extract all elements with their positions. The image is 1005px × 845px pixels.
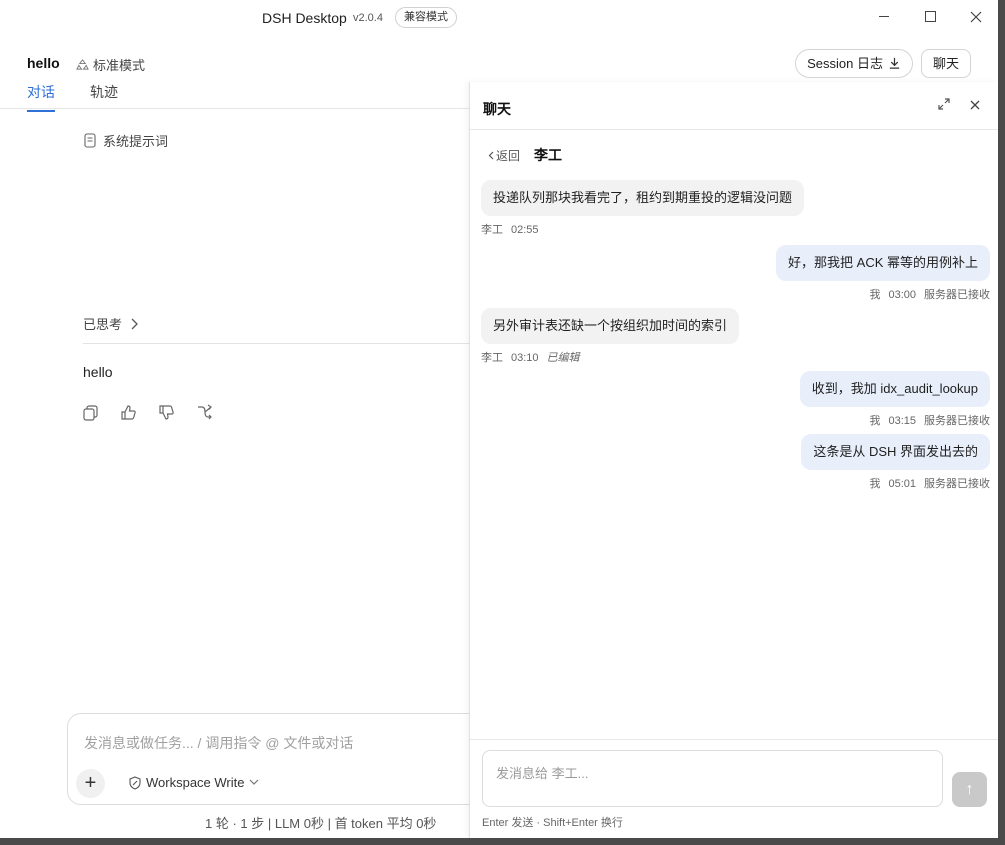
app-window: DSH Desktop v2.0.4 兼容模式 hello 标准模式 对话 轨迹… bbox=[0, 0, 998, 838]
message-sender: 我 bbox=[869, 478, 881, 490]
chat-toggle-button[interactable]: 聊天 bbox=[920, 49, 971, 78]
send-button[interactable]: ↑ bbox=[952, 772, 987, 807]
chevron-down-icon bbox=[249, 779, 258, 785]
message-meta: 我 03:15 服务器已接收 bbox=[800, 412, 990, 428]
back-label: 返回 bbox=[496, 148, 521, 163]
shield-edit-icon bbox=[129, 775, 141, 790]
message-meta: 我 03:00 服务器已接收 bbox=[776, 286, 990, 302]
branch-icon[interactable] bbox=[196, 404, 213, 421]
app-title: DSH Desktop bbox=[262, 10, 347, 26]
reply-actions bbox=[82, 404, 213, 421]
chevron-left-icon bbox=[488, 151, 494, 159]
conversation-title: hello bbox=[27, 55, 60, 71]
message-sender: 李工 bbox=[481, 224, 503, 236]
message-meta: 李工 02:55 bbox=[481, 221, 804, 237]
tabs-divider bbox=[0, 108, 470, 109]
message-bubble: 收到，我加 idx_audit_lookup bbox=[799, 371, 990, 407]
message-item: 这条是从 DSH 界面发出去的 我 05:01 服务器已接收 bbox=[801, 434, 990, 491]
message-bubble: 这条是从 DSH 界面发出去的 bbox=[801, 434, 990, 470]
session-log-label: Session 日志 bbox=[807, 56, 883, 71]
composer-placeholder: 发消息或做任务... / 调用指令 @ 文件或对话 bbox=[84, 735, 354, 751]
copy-icon[interactable] bbox=[82, 404, 99, 421]
run-stats: 1 轮 · 1 步 | LLM 0秒 | 首 token 平均 0秒 bbox=[205, 816, 437, 831]
message-sender: 李工 bbox=[481, 352, 503, 364]
message-time: 05:01 bbox=[888, 478, 916, 490]
message-sender: 我 bbox=[869, 289, 881, 301]
message-item: 投递队列那块我看完了，租约到期重投的逻辑没问题 李工 02:55 bbox=[481, 180, 805, 237]
system-prompt-toggle[interactable]: 系统提示词 bbox=[83, 131, 168, 150]
expand-icon[interactable] bbox=[937, 97, 953, 113]
message-time: 03:15 bbox=[888, 415, 916, 427]
message-status: 服务器已接收 bbox=[924, 289, 990, 301]
chat-subheader: 返回 李工 bbox=[488, 145, 562, 165]
chat-header: 聊天 bbox=[470, 82, 998, 130]
message-item: 收到，我加 idx_audit_lookup 我 03:15 服务器已接收 bbox=[799, 371, 990, 428]
message-bubble: 好，那我把 ACK 幂等的用例补上 bbox=[776, 245, 990, 281]
thought-label: 已思考 bbox=[83, 317, 123, 332]
message-edited-flag: 已编辑 bbox=[546, 352, 580, 364]
chat-close-icon[interactable] bbox=[967, 97, 983, 113]
close-icon bbox=[970, 11, 982, 23]
mode-label: 标准模式 bbox=[93, 58, 146, 73]
download-icon bbox=[889, 57, 900, 69]
message-time: 03:10 bbox=[511, 352, 539, 364]
message-bubble: 另外审计表还缺一个按组织加时间的索引 bbox=[481, 308, 740, 344]
message-item: 好，那我把 ACK 幂等的用例补上 我 03:00 服务器已接收 bbox=[776, 245, 990, 302]
window-close-button[interactable] bbox=[962, 6, 990, 28]
composer[interactable]: 发消息或做任务... / 调用指令 @ 文件或对话 + Workspace Wr… bbox=[67, 713, 507, 805]
recycle-icon bbox=[76, 59, 89, 70]
mode-selector[interactable]: 标准模式 bbox=[76, 55, 145, 74]
thumbs-down-icon[interactable] bbox=[158, 404, 175, 421]
chat-panel: 聊天 返回 李工 投递队列那块我看完了，租约到期重投的逻辑没问题 李工 02:55 bbox=[469, 82, 998, 838]
back-button[interactable]: 返回 bbox=[488, 147, 520, 164]
workspace-mode-select[interactable]: Workspace Write bbox=[128, 775, 259, 790]
assistant-reply: hello bbox=[83, 364, 113, 380]
chat-input-placeholder: 发消息给 李工... bbox=[496, 766, 589, 781]
peer-name: 李工 bbox=[534, 147, 563, 163]
chat-panel-title: 聊天 bbox=[483, 101, 511, 117]
title-bar: DSH Desktop v2.0.4 兼容模式 bbox=[0, 0, 998, 36]
app-version: v2.0.4 bbox=[353, 12, 383, 24]
add-attachment-button[interactable]: + bbox=[76, 769, 105, 798]
message-sender: 我 bbox=[869, 415, 881, 427]
thumbs-up-icon[interactable] bbox=[120, 404, 137, 421]
chat-input-divider bbox=[470, 739, 998, 740]
keyboard-hint: Enter 发送 · Shift+Enter 换行 bbox=[482, 817, 623, 829]
minimize-button[interactable] bbox=[870, 6, 898, 28]
message-meta: 李工 03:10 已编辑 bbox=[481, 349, 739, 365]
message-status: 服务器已接收 bbox=[924, 415, 990, 427]
workspace-mode-label: Workspace Write bbox=[146, 775, 245, 790]
message-time: 02:55 bbox=[511, 224, 539, 236]
thought-toggle[interactable]: 已思考 bbox=[83, 314, 139, 333]
message-meta: 我 05:01 服务器已接收 bbox=[801, 475, 990, 491]
session-log-button[interactable]: Session 日志 bbox=[795, 49, 913, 78]
compat-mode-badge[interactable]: 兼容模式 bbox=[395, 7, 457, 28]
header-actions: Session 日志 聊天 bbox=[795, 49, 971, 78]
message-status: 服务器已接收 bbox=[924, 478, 990, 490]
document-icon bbox=[84, 133, 96, 148]
thought-divider bbox=[83, 343, 470, 344]
chat-message-input[interactable]: 发消息给 李工... bbox=[482, 750, 943, 807]
system-prompt-label: 系统提示词 bbox=[103, 134, 169, 149]
maximize-button[interactable] bbox=[916, 6, 944, 28]
chevron-right-icon bbox=[131, 318, 138, 329]
message-time: 03:00 bbox=[888, 289, 916, 301]
message-item: 另外审计表还缺一个按组织加时间的索引 李工 03:10 已编辑 bbox=[481, 308, 740, 365]
message-bubble: 投递队列那块我看完了，租约到期重投的逻辑没问题 bbox=[481, 180, 805, 216]
